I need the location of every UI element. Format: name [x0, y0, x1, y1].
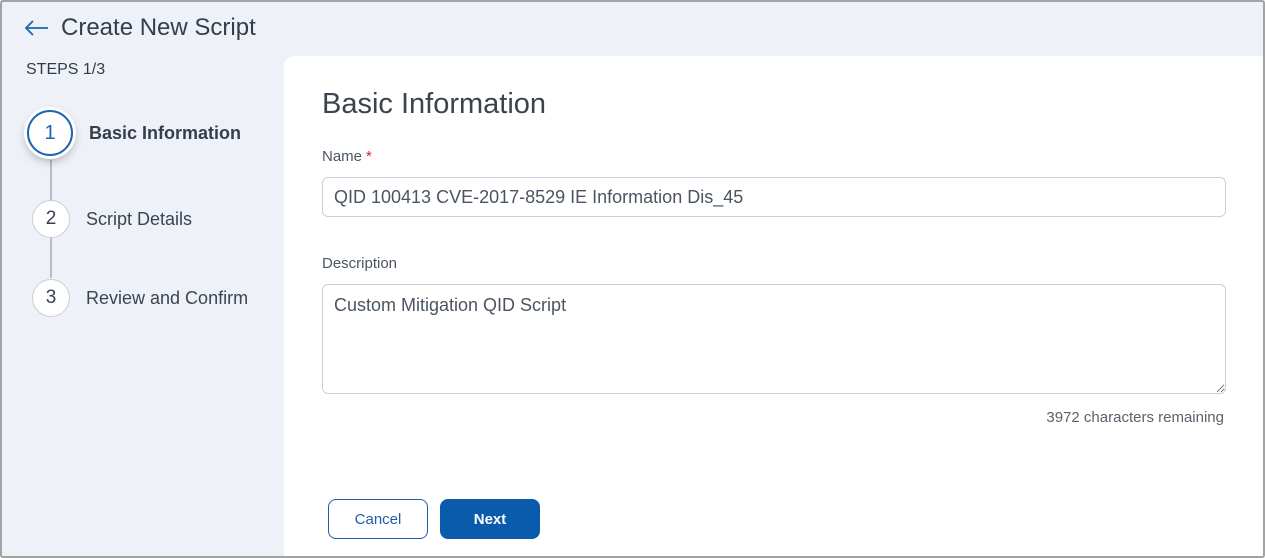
cancel-button[interactable]: Cancel	[328, 499, 428, 539]
page-header: Create New Script	[2, 2, 1263, 56]
step-basic-information[interactable]: 1 Basic Information	[27, 110, 241, 156]
step-number-circle: 3	[32, 279, 70, 317]
step-label: Basic Information	[89, 122, 242, 143]
section-title: Basic Information	[322, 88, 547, 120]
description-label: Description	[322, 255, 398, 272]
description-textarea[interactable]: Custom Mitigation QID Script	[322, 284, 1226, 394]
required-marker: *	[366, 148, 372, 165]
next-button[interactable]: Next	[440, 499, 540, 539]
step-review-and-confirm[interactable]: 3 Review and Confirm	[32, 279, 248, 317]
name-label: Name *	[322, 148, 372, 165]
step-number-circle: 1	[27, 110, 73, 156]
step-connector	[50, 238, 52, 278]
page-title: Create New Script	[61, 14, 256, 41]
name-label-text: Name	[322, 148, 363, 165]
step-label: Script Details	[86, 208, 193, 229]
step-number-circle: 2	[32, 200, 70, 238]
step-label: Review and Confirm	[86, 287, 249, 308]
steps-sidebar: STEPS 1/3 1 Basic Information 2 Script D…	[2, 56, 284, 556]
app-window: Create New Script STEPS 1/3 1 Basic Info…	[0, 0, 1265, 558]
chars-remaining-counter: 3972 characters remaining	[1046, 409, 1224, 426]
step-script-details[interactable]: 2 Script Details	[32, 200, 192, 238]
arrow-left-icon[interactable]	[22, 15, 52, 41]
name-input[interactable]	[322, 177, 1226, 217]
form-panel: Basic Information Name* Description Cust…	[284, 56, 1263, 556]
steps-counter: STEPS 1/3	[26, 61, 106, 78]
